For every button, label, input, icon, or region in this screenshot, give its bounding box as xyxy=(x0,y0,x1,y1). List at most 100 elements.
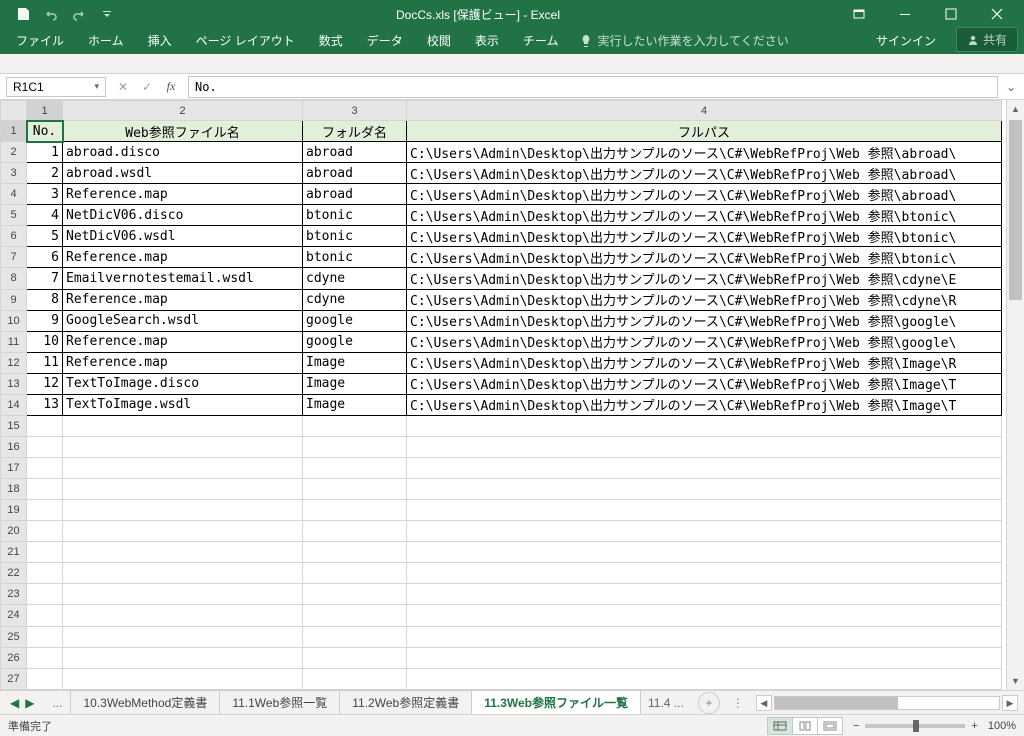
cell[interactable]: btonic xyxy=(303,247,407,268)
formula-input[interactable] xyxy=(188,76,998,98)
hscroll-track[interactable] xyxy=(774,696,1000,710)
cell[interactable]: google xyxy=(303,310,407,331)
row-header[interactable]: 1 xyxy=(1,121,27,142)
cell[interactable] xyxy=(63,668,303,689)
cell[interactable] xyxy=(303,626,407,647)
row-header[interactable]: 26 xyxy=(1,647,27,668)
cell[interactable] xyxy=(303,479,407,500)
cell[interactable]: btonic xyxy=(303,205,407,226)
cell[interactable] xyxy=(407,542,1002,563)
row-header[interactable]: 16 xyxy=(1,436,27,457)
row-header[interactable]: 15 xyxy=(1,415,27,436)
cell[interactable] xyxy=(303,415,407,436)
undo-button[interactable] xyxy=(38,2,64,26)
close-button[interactable] xyxy=(974,0,1020,28)
cell[interactable] xyxy=(27,436,63,457)
cell[interactable]: 10 xyxy=(27,331,63,352)
cell[interactable]: Web参照ファイル名 xyxy=(63,121,303,142)
cell[interactable] xyxy=(27,479,63,500)
zoom-level[interactable]: 100% xyxy=(988,720,1016,732)
tab-insert[interactable]: 挿入 xyxy=(136,27,184,54)
cell[interactable]: google xyxy=(303,331,407,352)
zoom-slider[interactable]: − + xyxy=(853,720,978,732)
row-header[interactable]: 9 xyxy=(1,289,27,310)
cell[interactable]: 9 xyxy=(27,310,63,331)
cell[interactable] xyxy=(407,668,1002,689)
sheet-nav-prev[interactable]: ◀ xyxy=(10,696,19,710)
row-header[interactable]: 27 xyxy=(1,668,27,689)
cell[interactable]: 3 xyxy=(27,184,63,205)
cell[interactable] xyxy=(303,584,407,605)
cell[interactable]: btonic xyxy=(303,226,407,247)
row-header[interactable]: 7 xyxy=(1,247,27,268)
scroll-down-arrow[interactable]: ▼ xyxy=(1007,672,1024,690)
cell[interactable] xyxy=(63,605,303,626)
cell[interactable]: Image xyxy=(303,352,407,373)
tab-view[interactable]: 表示 xyxy=(463,27,511,54)
row-header[interactable]: 23 xyxy=(1,584,27,605)
redo-button[interactable] xyxy=(66,2,92,26)
zoom-handle[interactable] xyxy=(913,720,919,732)
select-all-corner[interactable] xyxy=(1,101,27,121)
zoom-track[interactable] xyxy=(865,724,965,728)
tab-home[interactable]: ホーム xyxy=(76,27,136,54)
cell[interactable]: C:\Users\Admin\Desktop\出力サンプルのソース\C#\Web… xyxy=(407,373,1002,394)
cell[interactable]: 2 xyxy=(27,163,63,184)
cell[interactable] xyxy=(63,626,303,647)
cell[interactable] xyxy=(63,479,303,500)
row-header[interactable]: 10 xyxy=(1,310,27,331)
row-header[interactable]: 4 xyxy=(1,184,27,205)
cell[interactable] xyxy=(27,542,63,563)
cell[interactable]: 6 xyxy=(27,247,63,268)
row-header[interactable]: 13 xyxy=(1,373,27,394)
cell[interactable]: No. xyxy=(27,121,63,142)
tell-me-search[interactable]: 実行したい作業を入力してください xyxy=(570,27,798,54)
horizontal-scrollbar[interactable]: ◀ ▶ xyxy=(756,695,1018,711)
cell[interactable]: C:\Users\Admin\Desktop\出力サンプルのソース\C#\Web… xyxy=(407,394,1002,415)
share-button[interactable]: 共有 xyxy=(956,27,1018,52)
minimize-button[interactable] xyxy=(882,0,928,28)
cell[interactable]: C:\Users\Admin\Desktop\出力サンプルのソース\C#\Web… xyxy=(407,142,1002,163)
ribbon-options-button[interactable] xyxy=(836,0,882,28)
row-header[interactable]: 18 xyxy=(1,479,27,500)
cell[interactable] xyxy=(27,668,63,689)
cell[interactable]: NetDicV06.wsdl xyxy=(63,226,303,247)
row-header[interactable]: 6 xyxy=(1,226,27,247)
row-header[interactable]: 11 xyxy=(1,331,27,352)
cell[interactable] xyxy=(63,436,303,457)
cell[interactable]: 5 xyxy=(27,226,63,247)
save-button[interactable] xyxy=(10,2,36,26)
cell[interactable] xyxy=(63,415,303,436)
cell[interactable] xyxy=(63,563,303,584)
cell[interactable] xyxy=(407,647,1002,668)
column-header[interactable]: 1 xyxy=(27,101,63,121)
fx-icon[interactable]: fx xyxy=(160,79,182,94)
cell[interactable]: フルパス xyxy=(407,121,1002,142)
sheet-nav-next[interactable]: ▶ xyxy=(25,696,34,710)
cell[interactable] xyxy=(303,500,407,521)
row-header[interactable]: 14 xyxy=(1,394,27,415)
cell[interactable] xyxy=(27,415,63,436)
view-page-layout-button[interactable] xyxy=(792,717,818,735)
add-sheet-button[interactable]: + xyxy=(698,692,720,714)
row-header[interactable]: 12 xyxy=(1,352,27,373)
cell[interactable]: Reference.map xyxy=(63,289,303,310)
hscroll-handle[interactable] xyxy=(775,697,898,709)
zoom-in-button[interactable]: + xyxy=(971,720,977,732)
row-header[interactable]: 20 xyxy=(1,521,27,542)
row-header[interactable]: 17 xyxy=(1,458,27,479)
row-header[interactable]: 21 xyxy=(1,542,27,563)
column-header[interactable]: 2 xyxy=(63,101,303,121)
cell[interactable] xyxy=(27,647,63,668)
cell[interactable] xyxy=(407,479,1002,500)
scroll-left-arrow[interactable]: ◀ xyxy=(756,695,772,711)
tab-formulas[interactable]: 数式 xyxy=(307,27,355,54)
cell[interactable]: 8 xyxy=(27,289,63,310)
expand-formula-bar[interactable]: ⌄ xyxy=(1004,80,1024,94)
cell[interactable]: 4 xyxy=(27,205,63,226)
cell[interactable] xyxy=(303,563,407,584)
name-box[interactable]: R1C1 ▾ xyxy=(6,77,106,97)
tab-page-layout[interactable]: ページ レイアウト xyxy=(184,27,307,54)
cell[interactable]: Image xyxy=(303,373,407,394)
cell[interactable] xyxy=(63,647,303,668)
